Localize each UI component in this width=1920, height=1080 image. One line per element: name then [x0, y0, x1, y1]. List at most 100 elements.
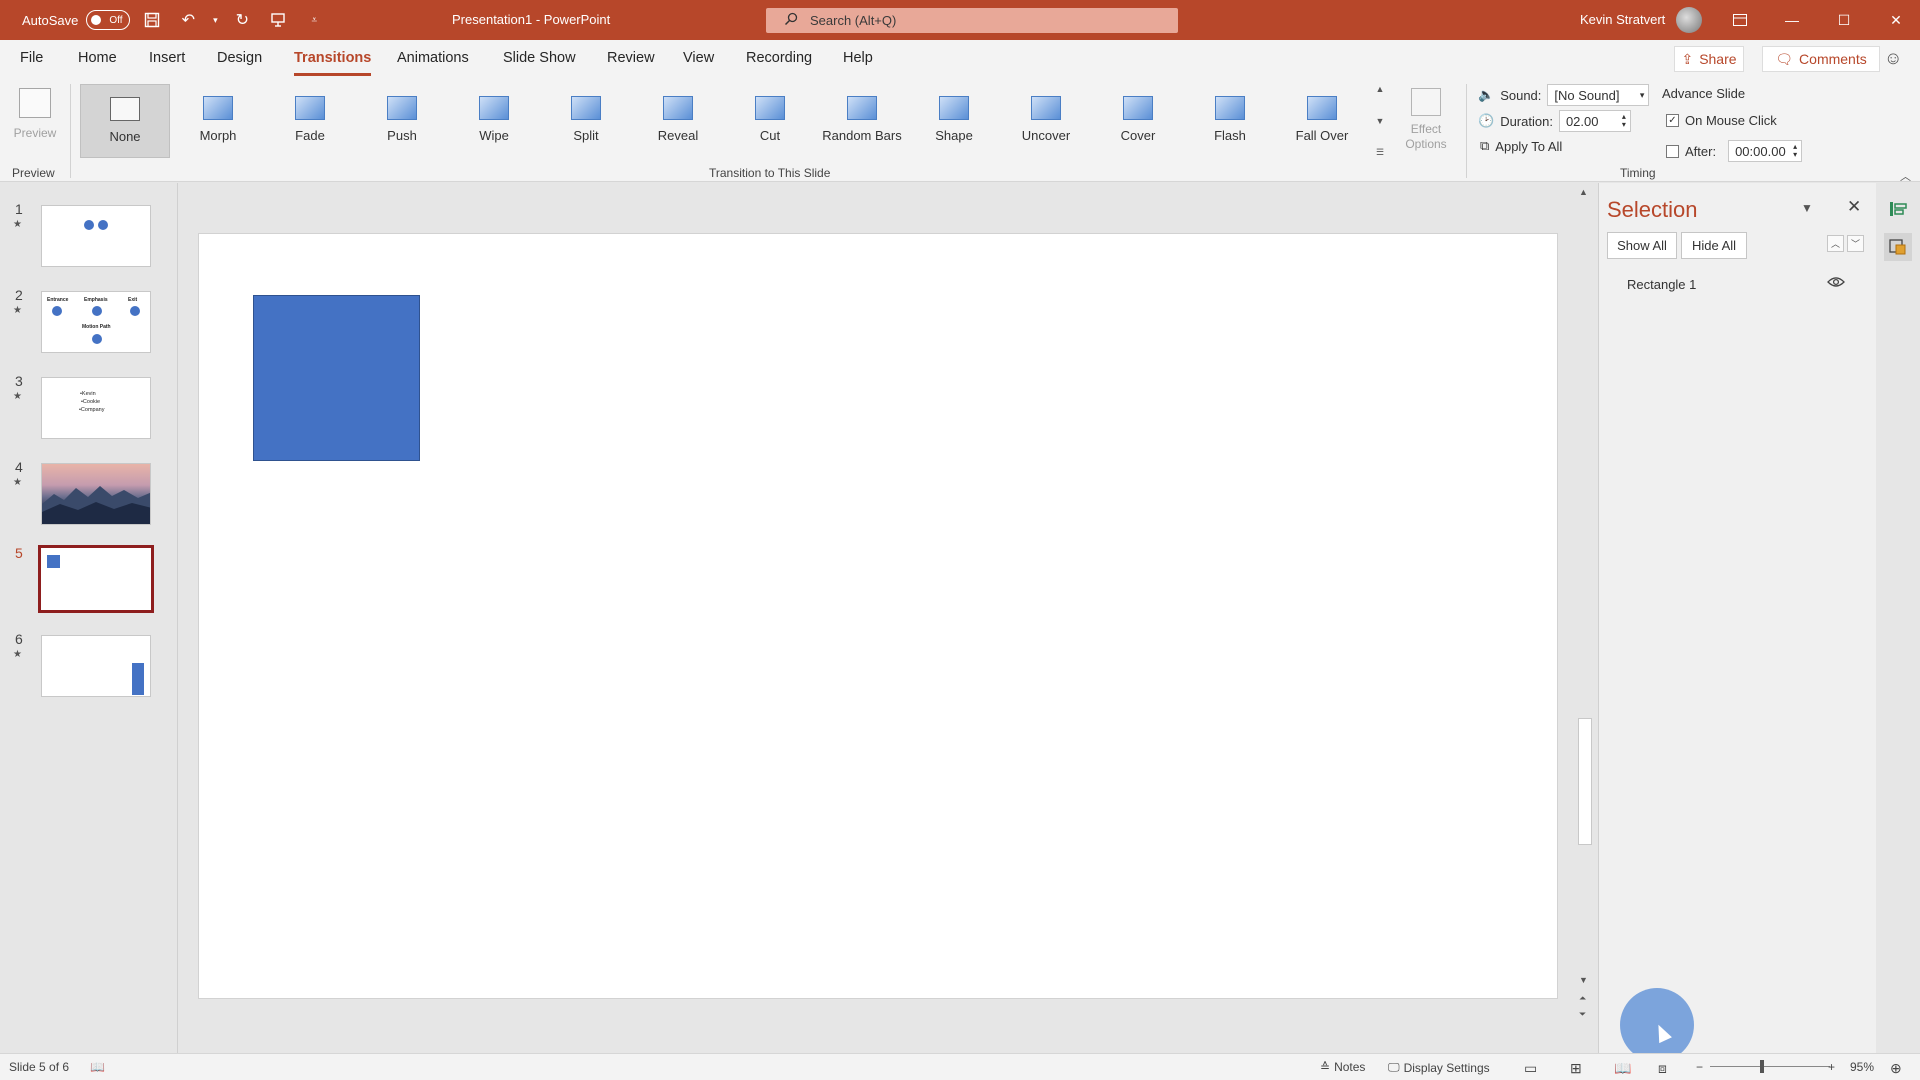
selection-pane-icon[interactable]	[1884, 233, 1912, 261]
tab-insert[interactable]: Insert	[149, 50, 185, 76]
feedback-smiley-icon[interactable]: ☺	[1884, 48, 1902, 69]
transition-wipe[interactable]: Wipe	[449, 84, 539, 158]
display-settings-icon: 🖵	[1388, 1060, 1400, 1074]
zoom-slider-knob[interactable]	[1760, 1060, 1764, 1073]
accessibility-icon[interactable]: 📖	[90, 1060, 105, 1074]
notes-button[interactable]: ≙ Notes	[1320, 1060, 1365, 1074]
sound-select[interactable]: [No Sound] ▾	[1547, 84, 1650, 106]
on-mouse-click-checkbox[interactable]: ✓	[1666, 114, 1679, 127]
transition-random-bars[interactable]: Random Bars	[817, 84, 907, 158]
bring-forward-icon[interactable]: ︿	[1827, 235, 1844, 252]
send-backward-icon[interactable]: ﹀	[1847, 235, 1864, 252]
transition-morph[interactable]: Morph	[173, 84, 263, 158]
tab-transitions[interactable]: Transitions	[294, 50, 372, 76]
animation-star-icon: ★	[13, 391, 22, 402]
tab-review[interactable]: Review	[607, 50, 655, 76]
transition-split[interactable]: Split	[541, 84, 631, 158]
rectangle-1-shape[interactable]	[253, 295, 420, 461]
slide-thumbnail-1[interactable]	[41, 205, 151, 267]
close-icon[interactable]: ✕	[1870, 0, 1920, 40]
slide-thumbnail-5[interactable]	[38, 545, 154, 613]
duration-input[interactable]: 02.00 ▴ ▾	[1558, 110, 1631, 132]
transition-shape[interactable]: Shape	[909, 84, 999, 158]
next-slide-icon[interactable]: ⏷	[1579, 1009, 1586, 1020]
slideshow-view-icon[interactable]: ⧈	[1658, 1060, 1667, 1077]
scroll-up-icon[interactable]: ▲	[1579, 187, 1588, 197]
user-name[interactable]: Kevin Stratvert	[1580, 12, 1665, 27]
display-settings-button[interactable]: 🖵 Display Settings	[1388, 1060, 1490, 1075]
minimize-icon[interactable]: —	[1766, 0, 1818, 40]
avatar[interactable]	[1676, 7, 1702, 33]
comments-button[interactable]: 🗨 Comments	[1762, 46, 1880, 72]
transition-flash[interactable]: Flash	[1185, 84, 1275, 158]
normal-view-icon[interactable]: ▭	[1524, 1060, 1537, 1077]
after-input[interactable]: 00:00.00 ▴ ▾	[1728, 140, 1803, 162]
tab-file[interactable]: File	[20, 50, 43, 76]
transition-uncover[interactable]: Uncover	[1001, 84, 1091, 158]
redo-icon[interactable]: ↻	[228, 6, 256, 34]
tab-view[interactable]: View	[683, 50, 714, 76]
spinner-icon[interactable]: ▴ ▾	[1622, 113, 1626, 129]
undo-icon[interactable]: ↶	[174, 6, 202, 34]
tab-animations[interactable]: Animations	[397, 50, 469, 76]
thumb-dot	[98, 220, 108, 230]
ribbon-display-icon[interactable]	[1714, 0, 1766, 40]
on-mouse-click-row[interactable]: ✓ On Mouse Click	[1666, 113, 1777, 128]
tab-help[interactable]: Help	[843, 50, 873, 76]
gallery-down-icon[interactable]: ▼	[1376, 116, 1385, 126]
slide-thumbnail-6[interactable]	[41, 635, 151, 697]
apply-to-all-button[interactable]: ⧉ Apply To All	[1480, 138, 1562, 154]
tab-slide-show[interactable]: Slide Show	[503, 50, 576, 76]
slide-number: 6	[15, 631, 23, 647]
tab-home[interactable]: Home	[78, 50, 117, 76]
fit-to-window-icon[interactable]: ⊕	[1890, 1060, 1902, 1077]
tab-recording[interactable]: Recording	[746, 50, 812, 76]
selection-item-rectangle-1[interactable]: Rectangle 1	[1627, 277, 1696, 292]
search-box[interactable]: Search (Alt+Q)	[766, 8, 1178, 33]
chevron-down-icon[interactable]: ▼	[1801, 201, 1813, 215]
share-button[interactable]: ⇪ Share	[1674, 46, 1744, 72]
maximize-icon[interactable]: ☐	[1818, 0, 1870, 40]
transition-label: Fade	[295, 128, 325, 143]
transition-fade[interactable]: Fade	[265, 84, 355, 158]
preview-button[interactable]: Preview	[10, 84, 60, 158]
scroll-thumb[interactable]	[1578, 718, 1592, 845]
transition-cover[interactable]: Cover	[1093, 84, 1183, 158]
gallery-more-icon[interactable]: ☰	[1376, 147, 1384, 158]
zoom-out-icon[interactable]: −	[1696, 1060, 1703, 1074]
previous-slide-icon[interactable]: ⏶	[1579, 993, 1586, 1004]
show-all-button[interactable]: Show All	[1607, 232, 1677, 259]
transition-push[interactable]: Push	[357, 84, 447, 158]
thumb-dot	[84, 220, 94, 230]
slide-thumbnail-4[interactable]	[41, 463, 151, 525]
zoom-in-icon[interactable]: +	[1828, 1060, 1835, 1074]
transition-none[interactable]: None	[80, 84, 170, 158]
effect-options-button[interactable]: Effect Options	[1400, 84, 1452, 158]
zoom-level[interactable]: 95%	[1850, 1060, 1874, 1074]
hide-all-button[interactable]: Hide All	[1681, 232, 1747, 259]
autosave-toggle[interactable]: Off	[86, 10, 131, 30]
designer-icon[interactable]	[1884, 195, 1912, 223]
present-icon[interactable]	[264, 6, 292, 34]
transition-reveal[interactable]: Reveal	[633, 84, 723, 158]
close-icon[interactable]: ✕	[1847, 197, 1861, 217]
collapse-ribbon-icon[interactable]: ︿	[1900, 168, 1911, 184]
transition-label: Split	[573, 128, 599, 143]
spinner-icon[interactable]: ▴ ▾	[1793, 143, 1797, 159]
after-checkbox[interactable]	[1666, 144, 1679, 158]
slide-sorter-icon[interactable]: ⊞	[1570, 1060, 1582, 1077]
save-icon[interactable]	[138, 6, 166, 34]
slide-thumbnail-3[interactable]: •Kevin •Cookie •Company	[41, 377, 151, 439]
undo-dropdown-icon[interactable]: ▾	[210, 6, 220, 34]
gallery-up-icon[interactable]: ▲	[1376, 84, 1385, 94]
slide-thumbnail-2[interactable]: Entrance Emphasis Exit Motion Path	[41, 291, 151, 353]
reading-view-icon[interactable]: 📖	[1614, 1060, 1631, 1077]
transition-cut[interactable]: Cut	[725, 84, 815, 158]
tab-design[interactable]: Design	[217, 50, 262, 76]
vertical-scrollbar[interactable]: ▲ ▼ ⏶ ⏷	[1576, 183, 1594, 1023]
transition-fall-over[interactable]: Fall Over	[1277, 84, 1367, 158]
customize-qat-icon[interactable]: ⩡	[300, 6, 328, 34]
eye-icon[interactable]	[1827, 275, 1845, 289]
zoom-slider[interactable]	[1710, 1066, 1830, 1067]
scroll-down-icon[interactable]: ▼	[1579, 975, 1588, 985]
